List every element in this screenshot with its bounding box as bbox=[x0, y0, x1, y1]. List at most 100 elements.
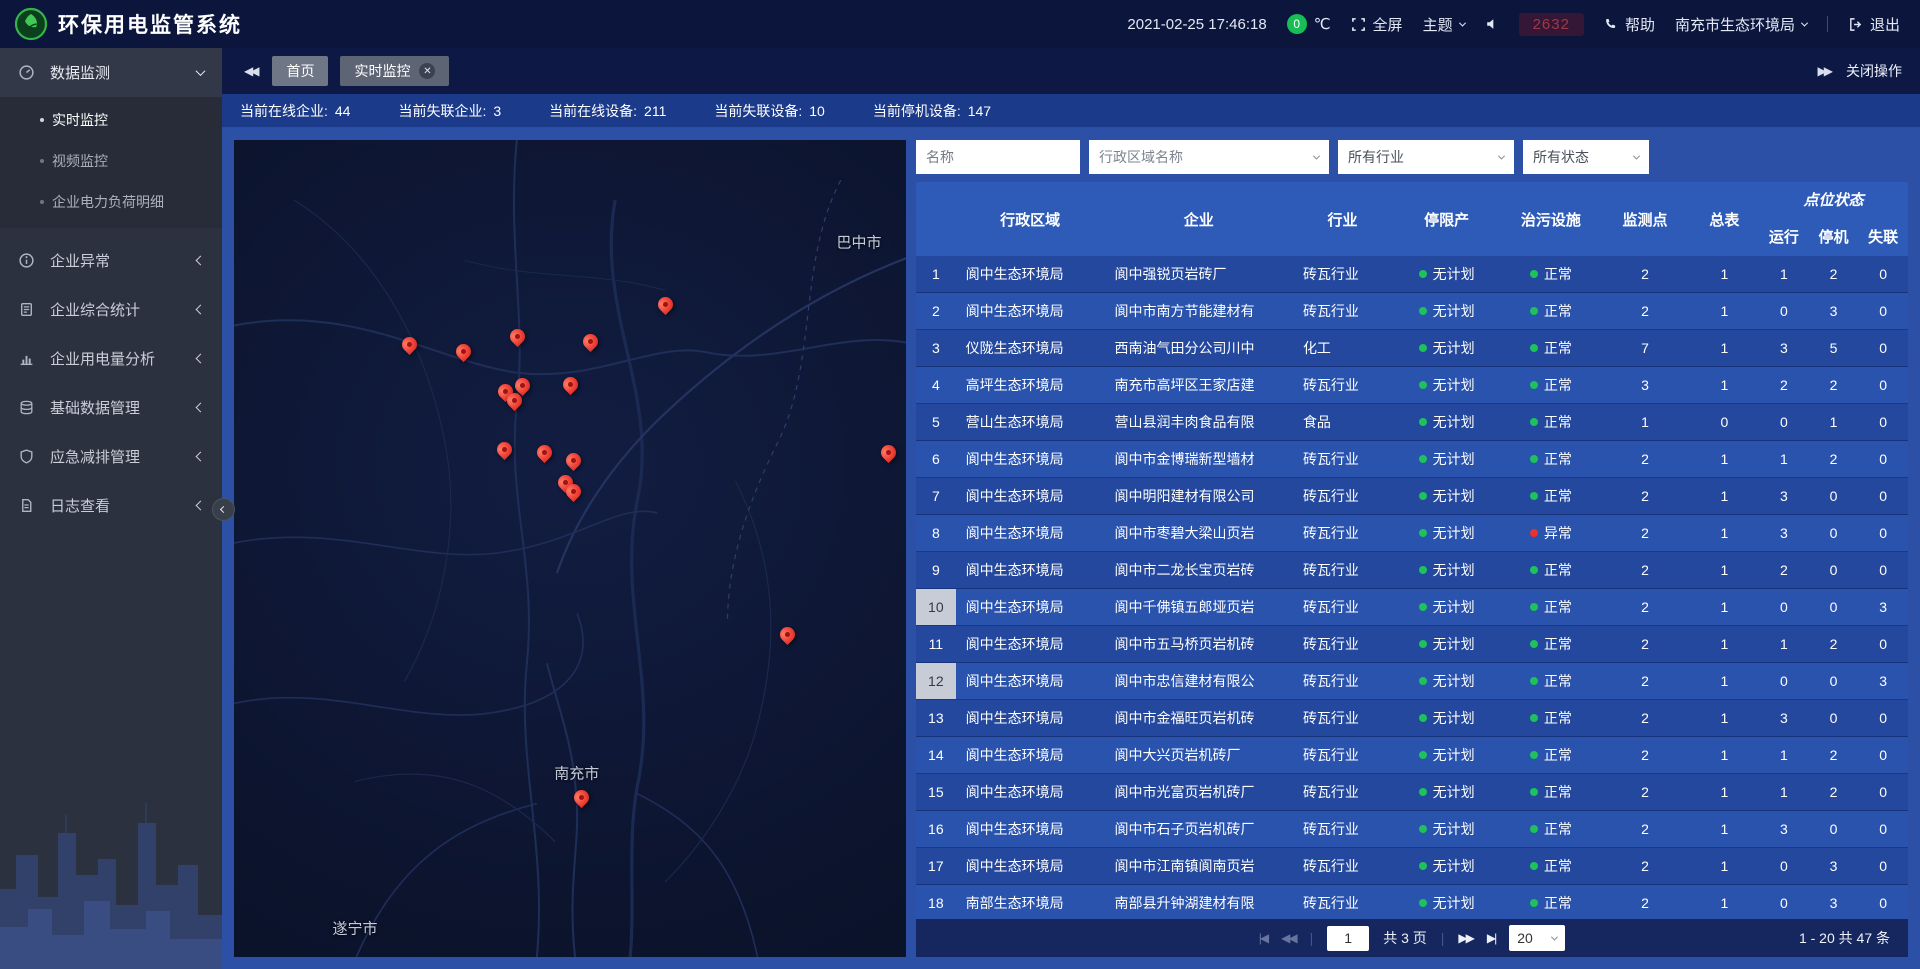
table-row[interactable]: 9 阆中生态环境局 阆中市二龙长宝页岩砖 砖瓦行业 无计划 正常 2 1 2 0… bbox=[916, 552, 1908, 589]
table-row[interactable]: 13 阆中生态环境局 阆中市金福旺页岩机砖 砖瓦行业 无计划 正常 2 1 3 … bbox=[916, 700, 1908, 737]
logout-button[interactable]: 退出 bbox=[1848, 14, 1900, 35]
map-pin[interactable] bbox=[505, 393, 525, 413]
map-panel[interactable]: 巴中市南充市遂宁市 bbox=[234, 140, 906, 957]
chevron-down-icon bbox=[1801, 19, 1808, 26]
help-button[interactable]: 帮助 bbox=[1604, 14, 1655, 35]
cell-meter-count: 1 bbox=[1690, 774, 1759, 810]
tab-home[interactable]: 首页 bbox=[272, 56, 328, 86]
cell-region: 南部生态环境局 bbox=[956, 885, 1105, 919]
map-pin[interactable] bbox=[655, 297, 675, 317]
tabs-scroll-right-icon[interactable]: ▶▶ bbox=[1814, 60, 1834, 82]
cell-facility-status: 正常 bbox=[1501, 404, 1600, 440]
pager-divider: | bbox=[1310, 930, 1314, 946]
sidebar-group-data-monitoring[interactable]: 数据监测 bbox=[0, 48, 222, 97]
cell-monitor-count: 2 bbox=[1600, 441, 1689, 477]
table-row[interactable]: 10 阆中生态环境局 阆中千佛镇五郎垭页岩 砖瓦行业 无计划 正常 2 1 0 … bbox=[916, 589, 1908, 626]
sidebar-item-label: 视频监控 bbox=[52, 151, 108, 171]
map-pin[interactable] bbox=[561, 377, 581, 397]
tabs-scroll-left-icon[interactable]: ◀◀ bbox=[240, 60, 260, 82]
map-pin[interactable] bbox=[454, 344, 474, 364]
theme-dropdown[interactable]: 主题 bbox=[1423, 14, 1465, 35]
page-size-select[interactable]: 20 bbox=[1509, 925, 1565, 951]
region-filter-select[interactable]: 行政区域名称 bbox=[1089, 140, 1329, 174]
header-lost: 失联 bbox=[1858, 216, 1908, 256]
table-row[interactable]: 7 阆中生态环境局 阆中明阳建材有限公司 砖瓦行业 无计划 正常 2 1 3 0… bbox=[916, 478, 1908, 515]
cell-lost-count: 0 bbox=[1858, 367, 1908, 403]
first-page-icon[interactable]: |◀ bbox=[1259, 931, 1267, 945]
table-row[interactable]: 18 南部生态环境局 南部县升钟湖建材有限 砖瓦行业 无计划 正常 2 1 0 … bbox=[916, 885, 1908, 919]
close-operations-button[interactable]: 关闭操作 bbox=[1846, 61, 1902, 81]
map-pin[interactable] bbox=[399, 337, 419, 357]
map-pin[interactable] bbox=[571, 790, 591, 810]
prev-page-icon[interactable]: ◀◀ bbox=[1281, 931, 1295, 945]
status-filter-select[interactable]: 所有状态 bbox=[1523, 140, 1649, 174]
cell-running-count: 1 bbox=[1759, 256, 1809, 292]
table-row[interactable]: 8 阆中生态环境局 阆中市枣碧大梁山页岩 砖瓦行业 无计划 异常 2 1 3 0… bbox=[916, 515, 1908, 552]
header-limit-production: 停限产 bbox=[1392, 182, 1501, 256]
industry-filter-select[interactable]: 所有行业 bbox=[1338, 140, 1514, 174]
status-dot-green bbox=[1419, 899, 1427, 907]
tab-realtime-monitoring[interactable]: 实时监控 ✕ bbox=[340, 56, 449, 86]
table-row[interactable]: 5 营山生态环境局 营山县润丰肉食品有限 食品 无计划 正常 1 0 0 1 0 bbox=[916, 404, 1908, 441]
cell-halt-count: 0 bbox=[1809, 700, 1859, 736]
table-row[interactable]: 16 阆中生态环境局 阆中市石子页岩机砖厂 砖瓦行业 无计划 正常 2 1 3 … bbox=[916, 811, 1908, 848]
map-pin[interactable] bbox=[879, 445, 899, 465]
table-row[interactable]: 6 阆中生态环境局 阆中市金博瑞新型墙材 砖瓦行业 无计划 正常 2 1 1 2… bbox=[916, 441, 1908, 478]
last-page-icon[interactable]: ▶| bbox=[1487, 931, 1495, 945]
chevron-down-icon bbox=[1633, 152, 1640, 159]
map-pin[interactable] bbox=[563, 484, 583, 504]
cell-industry: 砖瓦行业 bbox=[1293, 478, 1392, 514]
map-collapse-toggle[interactable] bbox=[212, 498, 235, 521]
map-pin[interactable] bbox=[563, 453, 583, 473]
sidebar-item-label: 企业电力负荷明细 bbox=[52, 192, 164, 212]
cell-running-count: 1 bbox=[1759, 626, 1809, 662]
sidebar-group-enterprise-stats[interactable]: 企业综合统计 bbox=[0, 285, 222, 334]
sidebar-group-label: 企业综合统计 bbox=[50, 299, 197, 320]
map-pin[interactable] bbox=[777, 627, 797, 647]
document-icon bbox=[18, 497, 38, 514]
cell-limit-status: 无计划 bbox=[1392, 848, 1501, 884]
table-row[interactable]: 14 阆中生态环境局 阆中大兴页岩机砖厂 砖瓦行业 无计划 正常 2 1 1 2… bbox=[916, 737, 1908, 774]
fullscreen-button[interactable]: 全屏 bbox=[1351, 14, 1403, 35]
cell-limit-status: 无计划 bbox=[1392, 811, 1501, 847]
table-row[interactable]: 12 阆中生态环境局 阆中市忠信建材有限公 砖瓦行业 无计划 正常 2 1 0 … bbox=[916, 663, 1908, 700]
tab-label: 首页 bbox=[286, 61, 314, 81]
table-row[interactable]: 1 阆中生态环境局 阆中强锐页岩砖厂 砖瓦行业 无计划 正常 2 1 1 2 0 bbox=[916, 256, 1908, 293]
sidebar-item-video-monitoring[interactable]: 视频监控 bbox=[0, 140, 222, 181]
alert-count-badge[interactable]: 2632 bbox=[1519, 13, 1584, 36]
table-row[interactable]: 11 阆中生态环境局 阆中市五马桥页岩机砖 砖瓦行业 无计划 正常 2 1 1 … bbox=[916, 626, 1908, 663]
map-pin[interactable] bbox=[580, 334, 600, 354]
status-dot-green bbox=[1419, 751, 1427, 759]
table-panel: 行政区域名称 所有行业 所有状态 bbox=[916, 140, 1908, 957]
sidebar-item-realtime-monitoring[interactable]: 实时监控 bbox=[0, 99, 222, 140]
table-row[interactable]: 4 高坪生态环境局 南充市高坪区王家店建 砖瓦行业 无计划 正常 3 1 2 2… bbox=[916, 367, 1908, 404]
page-number-input[interactable] bbox=[1327, 926, 1369, 951]
name-filter-input[interactable] bbox=[916, 140, 1080, 174]
cell-meter-count: 1 bbox=[1690, 515, 1759, 551]
sidebar-group-emergency-reduction[interactable]: 应急减排管理 bbox=[0, 432, 222, 481]
sidebar-group-log-view[interactable]: 日志查看 bbox=[0, 481, 222, 530]
map-pin[interactable] bbox=[494, 442, 514, 462]
close-icon[interactable]: ✕ bbox=[419, 63, 435, 79]
next-page-icon[interactable]: ▶▶ bbox=[1458, 931, 1472, 945]
table-row[interactable]: 3 仪陇生态环境局 西南油气田分公司川中 化工 无计划 正常 7 1 3 5 0 bbox=[916, 330, 1908, 367]
map-pin[interactable] bbox=[508, 329, 528, 349]
cell-running-count: 3 bbox=[1759, 478, 1809, 514]
org-dropdown[interactable]: 南充市生态环境局 bbox=[1675, 14, 1807, 35]
table-row[interactable]: 15 阆中生态环境局 阆中市光富页岩机砖厂 砖瓦行业 无计划 正常 2 1 1 … bbox=[916, 774, 1908, 811]
cell-running-count: 0 bbox=[1759, 293, 1809, 329]
sidebar-item-power-load-detail[interactable]: 企业电力负荷明细 bbox=[0, 181, 222, 222]
stat-label: 当前在线企业: bbox=[240, 101, 328, 121]
cell-monitor-count: 2 bbox=[1600, 293, 1689, 329]
table-row[interactable]: 17 阆中生态环境局 阆中市江南镇阆南页岩 砖瓦行业 无计划 正常 2 1 0 … bbox=[916, 848, 1908, 885]
sidebar-group-base-data[interactable]: 基础数据管理 bbox=[0, 383, 222, 432]
table-row[interactable]: 2 阆中生态环境局 阆中市南方节能建材有 砖瓦行业 无计划 正常 2 1 0 3… bbox=[916, 293, 1908, 330]
clipboard-icon bbox=[18, 301, 38, 318]
map-pin[interactable] bbox=[534, 445, 554, 465]
announcement-button[interactable] bbox=[1485, 17, 1499, 31]
status-dot-green bbox=[1530, 640, 1538, 648]
row-index: 13 bbox=[916, 700, 956, 736]
sidebar-group-enterprise-abnormal[interactable]: 企业异常 bbox=[0, 236, 222, 285]
status-dot-green bbox=[1419, 529, 1427, 537]
sidebar-group-power-analysis[interactable]: 企业用电量分析 bbox=[0, 334, 222, 383]
